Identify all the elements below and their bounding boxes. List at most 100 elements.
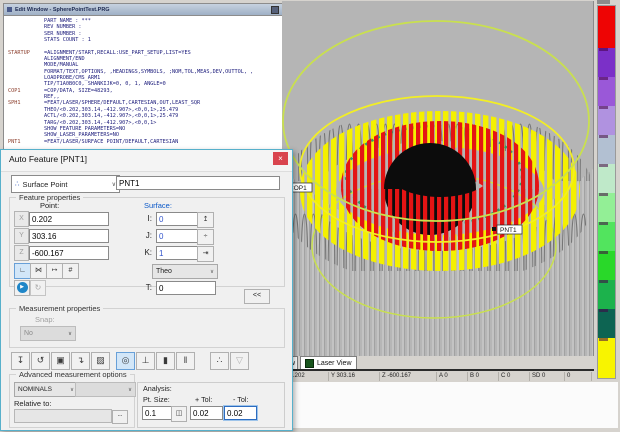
edit-window: Edit Window - SpherePointTest.PRG PART N… — [3, 3, 283, 152]
status-bar: X 0.202 Y 303.16 Z -600.167 A 0 B 0 C 0 … — [282, 371, 592, 381]
edit-window-icon — [7, 7, 12, 12]
status-segment: Y 303.16 — [329, 372, 380, 381]
status-segment: SD 0 — [530, 372, 565, 381]
point-cloud-scene: COP1 PNT1 — [282, 1, 593, 356]
k-label: K: — [138, 248, 152, 257]
chevron-down-icon: ∨ — [128, 387, 132, 393]
target-icon[interactable]: ◎ — [116, 352, 135, 370]
dialog-title: Auto Feature [PNT1] — [1, 150, 292, 172]
surface-k-input[interactable] — [156, 246, 198, 260]
deviation-color-scale — [597, 5, 616, 379]
relative-to-label: Relative to: — [14, 399, 52, 408]
filter-icon[interactable]: ▽ — [230, 352, 249, 370]
measurement-properties-group: Measurement properties Snap: No ∨ — [9, 308, 285, 348]
pt-size-input[interactable] — [142, 406, 172, 420]
vector-jump-icon[interactable]: ↦ — [46, 263, 63, 279]
probe-anchor-icon[interactable]: ↧ — [11, 352, 30, 370]
color-scale-segment — [598, 280, 615, 309]
feature-name-input[interactable] — [116, 176, 280, 190]
j-label: J: — [138, 231, 152, 240]
point-size-icon[interactable]: ◫ — [171, 406, 187, 422]
color-scale-segment — [598, 164, 615, 193]
histogram-icon[interactable]: ‖ — [176, 352, 195, 370]
snap-dropdown[interactable]: No ∨ — [20, 326, 76, 341]
chevron-down-icon: ∨ — [70, 387, 74, 393]
status-segment: C 0 — [499, 372, 530, 381]
point-z-input[interactable] — [29, 246, 109, 260]
nominals-mode-dropdown[interactable]: NOMINALS ∨ — [14, 382, 78, 397]
find-nominals-icon[interactable]: ⋈ — [30, 263, 47, 279]
i-label: I: — [138, 214, 152, 223]
graphics-display-window[interactable]: COP1 PNT1 — [282, 1, 594, 356]
y-axis-button[interactable]: Y — [14, 228, 29, 244]
point-cluster-icon[interactable]: ∴ — [210, 352, 229, 370]
advanced-options-group: Advanced measurement options NOMINALS ∨ … — [9, 374, 135, 428]
collapse-button[interactable]: << — [244, 289, 270, 304]
edit-window-title: Edit Window - SpherePointTest.PRG — [15, 7, 110, 13]
plus-tol-input[interactable] — [190, 406, 223, 420]
level-icon[interactable]: ⊥ — [136, 352, 155, 370]
minus-tol-input[interactable] — [224, 406, 257, 420]
analysis-label: Analysis: — [143, 384, 172, 393]
surface-i-input[interactable] — [156, 212, 198, 226]
axes-icon[interactable]: ∟ — [14, 263, 31, 279]
test-play-button[interactable]: ▶ — [14, 280, 30, 296]
feature-label: PNT1 — [8, 139, 44, 145]
status-segment: 0 — [565, 372, 592, 381]
colorbar-units-label — [597, 0, 610, 4]
slider-icon[interactable]: ▮ — [156, 352, 175, 370]
surface-j-input[interactable] — [156, 229, 198, 243]
snap-label: Snap: — [35, 315, 55, 324]
chevron-down-icon: ∨ — [68, 331, 72, 337]
color-scale-segment — [598, 106, 615, 135]
color-scale-segment — [598, 6, 615, 48]
secondary-mode-dropdown[interactable]: ∨ — [75, 382, 136, 397]
x-axis-button[interactable]: X — [14, 211, 29, 227]
flip-vector-icon[interactable]: ⇥ — [197, 246, 214, 262]
t-input[interactable] — [156, 281, 216, 295]
color-scale-segment — [598, 251, 615, 280]
plus-tol-label: + Tol: — [195, 395, 212, 404]
reset-icon[interactable]: ↻ — [30, 280, 46, 296]
probe-direction-icon[interactable]: ↥ — [197, 212, 214, 228]
region-icon[interactable]: ▣ — [51, 352, 70, 370]
snap-axis-icon[interactable]: ÷ — [197, 229, 214, 245]
color-scale-segment — [598, 48, 615, 77]
edit-window-menu-button[interactable] — [271, 6, 279, 14]
browse-button[interactable]: ... — [112, 410, 128, 424]
relative-to-input[interactable] — [14, 409, 112, 423]
point-x-input[interactable] — [29, 212, 109, 226]
status-segment: B 0 — [468, 372, 499, 381]
color-scale-segment — [598, 135, 615, 164]
mesh-icon[interactable]: ▨ — [91, 352, 110, 370]
color-scale-segment — [598, 222, 615, 251]
surface-point-icon: ∴ — [15, 180, 19, 188]
color-scale-segment — [598, 309, 615, 338]
t-label: T: — [138, 283, 152, 292]
measurement-toolbar: ↧ ↺ ▣ ↴ ▨ ◎ ⊥ ▮ ‖ ∴ ▽ — [11, 352, 249, 370]
status-segment: A 0 — [437, 372, 468, 381]
feature-properties-group: Feature properties Point: Surface: X Y Z… — [9, 197, 285, 287]
group-legend: Advanced measurement options — [16, 370, 130, 379]
program-code-area[interactable]: PART NAME : *** REV NUMBER : SER NUMBER … — [4, 16, 282, 149]
theo-dropdown[interactable]: Theo ∨ — [152, 264, 218, 279]
chevron-down-icon: ∨ — [210, 269, 214, 275]
svg-text:PNT1: PNT1 — [500, 227, 517, 234]
grid-icon[interactable]: # — [62, 263, 79, 279]
color-scale-segment — [598, 338, 615, 378]
close-icon[interactable]: × — [273, 152, 288, 165]
color-scale-segment — [598, 193, 615, 222]
code-line: PNT1 =FEAT/LASER/SURFACE POINT/DEFAULT,C… — [8, 139, 282, 145]
rerun-icon[interactable]: ↺ — [31, 352, 50, 370]
edit-window-titlebar[interactable]: Edit Window - SpherePointTest.PRG — [4, 4, 282, 16]
view-tabs: w Laser View — [282, 356, 594, 371]
surface-label: Surface: — [144, 201, 172, 210]
laser-view-icon — [305, 359, 314, 368]
point-y-input[interactable] — [29, 229, 109, 243]
group-legend: Measurement properties — [16, 304, 103, 313]
z-axis-button[interactable]: Z — [14, 245, 29, 261]
redirect-icon[interactable]: ↴ — [71, 352, 90, 370]
tab-laser-view[interactable]: Laser View — [300, 356, 357, 369]
point-label: Point: — [40, 201, 59, 210]
feature-type-dropdown[interactable]: ∴ Surface Point ∨ — [11, 175, 120, 193]
